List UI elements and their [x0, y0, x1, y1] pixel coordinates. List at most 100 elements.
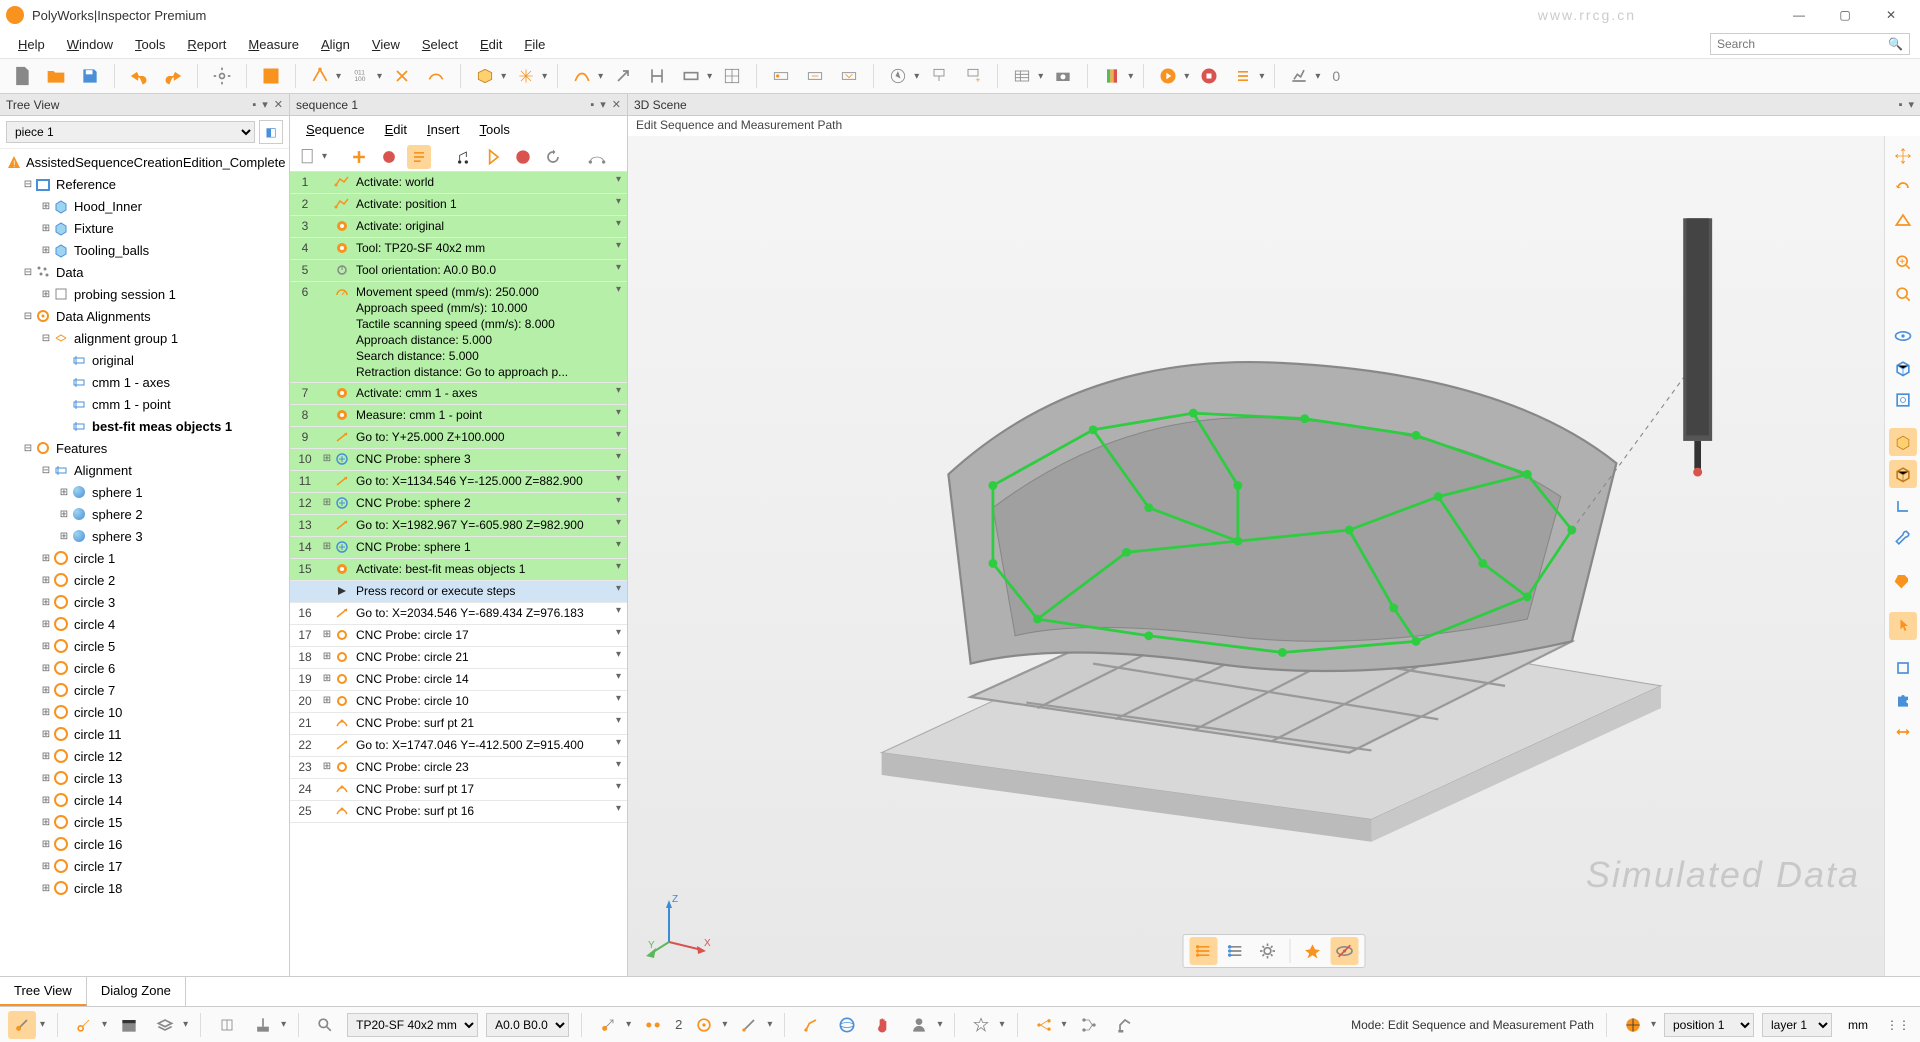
arrow-diag-button[interactable]	[609, 62, 637, 90]
menu-view[interactable]: View	[364, 35, 408, 54]
expand-icon[interactable]	[320, 407, 334, 409]
sequence-step[interactable]: 12⊞CNC Probe: sphere 2▾	[290, 493, 627, 515]
menu-report[interactable]: Report	[179, 35, 234, 54]
edges-icon[interactable]	[1889, 492, 1917, 520]
chart-button[interactable]	[1285, 62, 1313, 90]
close-button[interactable]: ✕	[1868, 0, 1914, 30]
expand-icon[interactable]: ⊞	[40, 883, 52, 894]
redo-button[interactable]	[159, 62, 187, 90]
expand-icon[interactable]	[320, 174, 334, 176]
expand-icon[interactable]: ⊞	[320, 627, 334, 640]
expand-icon[interactable]: ⊞	[40, 817, 52, 828]
tree-item[interactable]: ⊞Fixture	[0, 217, 289, 239]
sequence-step[interactable]: 23⊞CNC Probe: circle 23▾	[290, 757, 627, 779]
expand-icon[interactable]: ⊞	[40, 619, 52, 630]
pin-icon[interactable]: ▪	[1899, 99, 1903, 111]
record-button[interactable]	[377, 145, 401, 169]
expand-icon[interactable]: ⊟	[40, 465, 52, 476]
menu-select[interactable]: Select	[414, 35, 466, 54]
tree-item[interactable]: ⊞circle 14	[0, 789, 289, 811]
sequence-step[interactable]: 15Activate: best-fit meas objects 1▾	[290, 559, 627, 581]
tree-item[interactable]: ⊞Hood_Inner	[0, 195, 289, 217]
dropdown-icon[interactable]: ▾	[600, 98, 606, 111]
step-dropdown-icon[interactable]: ▾	[616, 429, 621, 440]
expand-icon[interactable]: ⊟	[22, 179, 34, 190]
play-button[interactable]	[1154, 62, 1182, 90]
menu-tools[interactable]: Tools	[127, 35, 173, 54]
step-dropdown-icon[interactable]: ▾	[616, 649, 621, 660]
step-dropdown-icon[interactable]: ▾	[616, 781, 621, 792]
cmm-icon[interactable]	[249, 1011, 277, 1039]
sequence-step[interactable]: 19⊞CNC Probe: circle 14▾	[290, 669, 627, 691]
stop-seq-button[interactable]	[511, 145, 535, 169]
network-icon[interactable]	[1030, 1011, 1058, 1039]
path-view-button[interactable]	[1222, 937, 1250, 965]
menu-file[interactable]: File	[516, 35, 553, 54]
annotate-button[interactable]	[925, 62, 953, 90]
gauge-button[interactable]	[677, 62, 705, 90]
sequence-step[interactable]: 3Activate: original▾	[290, 216, 627, 238]
sequence-step[interactable]: 2Activate: position 1▾	[290, 194, 627, 216]
step-dropdown-icon[interactable]: ▾	[616, 473, 621, 484]
expand-icon[interactable]: ⊞	[58, 509, 70, 520]
tree-item[interactable]: ⊞circle 15	[0, 811, 289, 833]
expand-icon[interactable]: ⊟	[22, 267, 34, 278]
expand-icon[interactable]: ⊟	[22, 311, 34, 322]
collision-button[interactable]	[1299, 937, 1327, 965]
step-dropdown-icon[interactable]: ▾	[616, 174, 621, 185]
scan-button[interactable]	[388, 62, 416, 90]
mesh-button[interactable]	[512, 62, 540, 90]
expand-icon[interactable]: ⊞	[320, 671, 334, 684]
pin-icon[interactable]: ▪	[590, 99, 594, 111]
step-dropdown-icon[interactable]: ▾	[616, 561, 621, 572]
tree-item[interactable]: cmm 1 - axes	[0, 371, 289, 393]
tree-item[interactable]: ⊟alignment group 1	[0, 327, 289, 349]
target-icon[interactable]	[690, 1011, 718, 1039]
step-dropdown-icon[interactable]: ▾	[616, 737, 621, 748]
robot-icon[interactable]	[1111, 1011, 1139, 1039]
step-button[interactable]	[451, 145, 475, 169]
menu-help[interactable]: Help	[10, 35, 53, 54]
iso-icon[interactable]	[1889, 354, 1917, 382]
close-panel-icon[interactable]: ✕	[612, 98, 621, 111]
search-box[interactable]: 🔍	[1710, 33, 1910, 55]
tree-item[interactable]: ⊞circle 4	[0, 613, 289, 635]
tree-item[interactable]: ⊞circle 12	[0, 745, 289, 767]
expand-icon[interactable]	[320, 429, 334, 431]
step-dropdown-icon[interactable]: ▾	[616, 385, 621, 396]
tree-item[interactable]: ⊞circle 18	[0, 877, 289, 899]
step-dropdown-icon[interactable]: ▾	[616, 671, 621, 682]
sequence-step[interactable]: 14⊞CNC Probe: sphere 1▾	[290, 537, 627, 559]
step-dropdown-icon[interactable]: ▾	[616, 803, 621, 814]
dropdown-icon[interactable]: ▾	[262, 98, 268, 111]
expand-icon[interactable]: ⊞	[40, 861, 52, 872]
sequence-step[interactable]: 4Tool: TP20-SF 40x2 mm▾	[290, 238, 627, 260]
camera-button[interactable]	[1049, 62, 1077, 90]
save-button[interactable]	[76, 62, 104, 90]
list-button[interactable]	[1229, 62, 1257, 90]
edit-seq-button[interactable]	[407, 145, 431, 169]
sequence-step[interactable]: 7Activate: cmm 1 - axes▾	[290, 383, 627, 405]
align-view-icon[interactable]	[1889, 206, 1917, 234]
reset-button[interactable]	[541, 145, 565, 169]
expand-icon[interactable]	[320, 517, 334, 519]
expand-icon[interactable]: ⊞	[40, 245, 52, 256]
puzzle-icon[interactable]	[1889, 686, 1917, 714]
element-button[interactable]	[306, 62, 334, 90]
user-icon[interactable]	[905, 1011, 933, 1039]
zoom-icon[interactable]	[1889, 280, 1917, 308]
sequence-step[interactable]: 6Movement speed (mm/s): 250.000Approach …	[290, 282, 627, 383]
expand-icon[interactable]: ⊞	[40, 201, 52, 212]
expand-icon[interactable]: ⊞	[40, 597, 52, 608]
sequence-list[interactable]: 1Activate: world▾2Activate: position 1▾3…	[290, 172, 627, 976]
sequence-step[interactable]: 5Tool orientation: A0.0 B0.0▾	[290, 260, 627, 282]
probe-line-icon[interactable]	[735, 1011, 763, 1039]
tree-item[interactable]: ⊞circle 3	[0, 591, 289, 613]
piece-select[interactable]: piece 1	[6, 121, 255, 143]
search-input[interactable]	[1717, 37, 1888, 51]
expand-icon[interactable]	[320, 781, 334, 783]
caliper-button[interactable]	[643, 62, 671, 90]
new-button[interactable]	[8, 62, 36, 90]
layer-select[interactable]: layer 1	[1762, 1013, 1832, 1037]
open-button[interactable]	[42, 62, 70, 90]
